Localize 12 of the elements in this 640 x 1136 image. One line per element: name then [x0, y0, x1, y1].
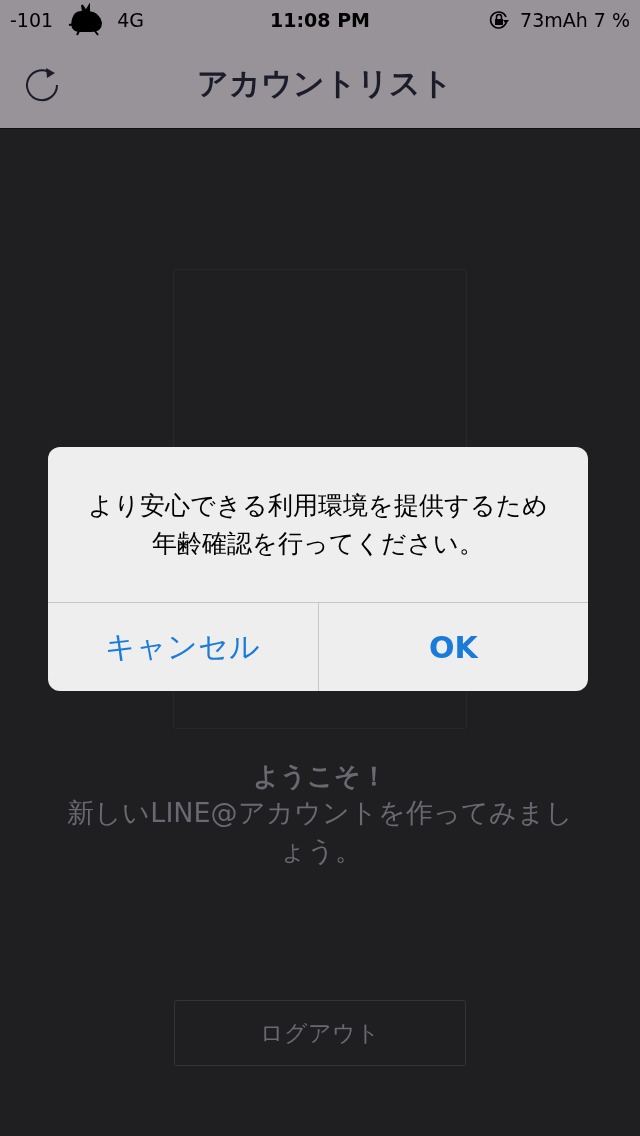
alert-message: より安心できる利用環境を提供するため年齢確認を行ってください。 [87, 489, 549, 560]
welcome-title: ようこそ！ [253, 760, 387, 793]
welcome-message: 新しいLINE@アカウントを作ってみましょう。 [66, 796, 574, 868]
network-type: 4G [117, 9, 144, 31]
nav-title: アカウントリスト [197, 64, 453, 103]
signal-strength: -101 [10, 9, 54, 31]
logout-button[interactable]: ログアウト [174, 1000, 466, 1066]
rotation-lock-icon [488, 9, 511, 31]
alert-button[interactable]: キャンセル [48, 603, 318, 691]
alert-button[interactable]: OK [317, 603, 588, 691]
battery-status: 73mAh 7 % [520, 9, 630, 31]
status-time: 11:08 PM [270, 9, 370, 31]
